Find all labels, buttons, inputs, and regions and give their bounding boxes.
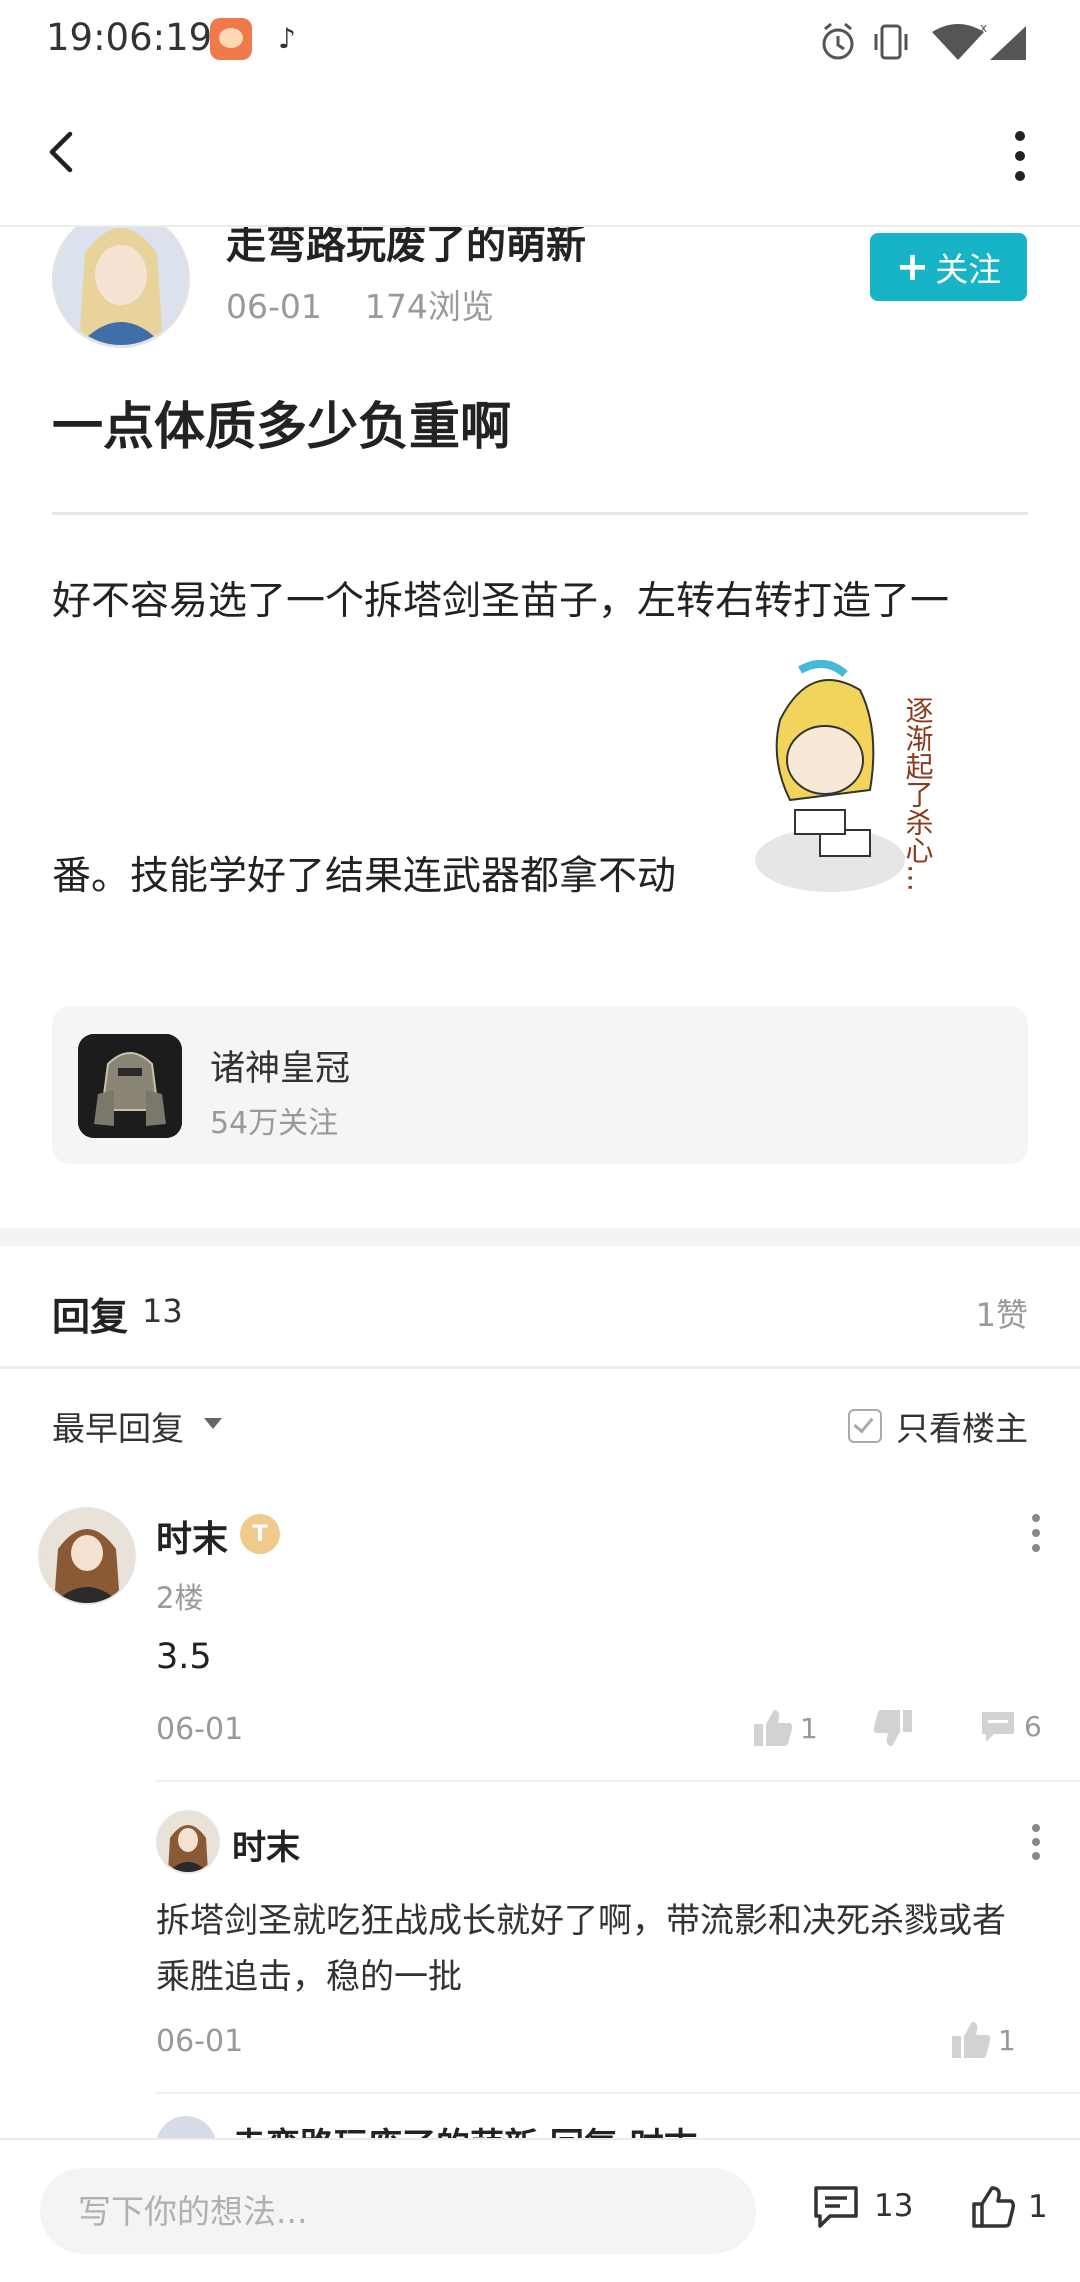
- more-icon: [1015, 131, 1025, 181]
- title-divider: [52, 512, 1028, 515]
- sort-dropdown[interactable]: 最早回复: [52, 1402, 184, 1450]
- sticker-image: 逐渐起了杀心…: [750, 660, 970, 900]
- signal-icon: x: [980, 21, 1026, 60]
- sub-reply-more-button[interactable]: [1030, 1822, 1042, 1862]
- more-icon: [1032, 1824, 1040, 1860]
- status-bar: 19:06:19 ♪ x: [0, 0, 1080, 80]
- comment-more-button[interactable]: [1030, 1512, 1042, 1554]
- thumb-up-icon: [754, 1710, 793, 1746]
- sub-reply-text: 拆塔剑圣就吃狂战成长就好了啊，带流影和决死杀戮或者乘胜追击，稳的一批: [156, 1901, 1006, 1997]
- wifi-icon: [932, 24, 984, 60]
- comment-dislike-button[interactable]: [872, 1708, 914, 1752]
- comment-author[interactable]: 时末: [156, 1510, 228, 1562]
- comment-text: 3.5: [156, 1637, 212, 1677]
- status-time: 19:06:19: [46, 16, 213, 59]
- checkbox-icon[interactable]: [848, 1409, 882, 1443]
- replies-divider: [0, 1366, 1080, 1369]
- follow-label: 关注: [935, 250, 1002, 289]
- nav-bar-overlay: [0, 80, 1080, 227]
- sub-reply-like-count: 1: [998, 2023, 1016, 2057]
- plus-icon: +: [895, 244, 930, 290]
- comment-avatar[interactable]: [38, 1507, 136, 1605]
- thumb-up-icon: [972, 2186, 1015, 2228]
- comments-button[interactable]: 13: [812, 2184, 913, 2228]
- post-date: 06-01: [226, 287, 322, 326]
- sticker-caption: 逐渐起了杀心…: [902, 696, 935, 892]
- vibrate-icon: [874, 24, 908, 60]
- app-notification-icon: [210, 18, 252, 60]
- tiktok-icon: ♪: [278, 22, 296, 55]
- sub-reply-like-button[interactable]: 1: [950, 2020, 1016, 2060]
- follow-button[interactable]: + 关注: [870, 233, 1027, 301]
- author-avatar[interactable]: [52, 210, 190, 348]
- comment-input[interactable]: [40, 2168, 756, 2254]
- likes-count: 1: [1028, 2189, 1048, 2225]
- post-likes-total: 1赞: [975, 1296, 1028, 1334]
- svg-text:x: x: [980, 21, 987, 35]
- comment-reply-count: 6: [1024, 1709, 1042, 1743]
- game-name: 诸神皇冠: [210, 1049, 351, 1089]
- op-only-label: 只看楼主: [896, 1409, 1028, 1448]
- comment-floor: 2楼: [156, 1581, 204, 1615]
- chat-bubble-icon: [982, 1712, 1014, 1742]
- sub-reply-avatar[interactable]: [156, 1810, 220, 1874]
- system-status-icons: x: [820, 20, 1030, 68]
- game-followers: 54万关注: [210, 1106, 339, 1141]
- post-meta: 06-01 174浏览: [226, 280, 494, 328]
- alarm-icon: [822, 22, 854, 60]
- replies-count: 13: [142, 1292, 183, 1330]
- comments-count: 13: [874, 2188, 914, 2224]
- chevron-down-icon[interactable]: [204, 1418, 222, 1429]
- back-button-overlay[interactable]: [40, 128, 88, 176]
- comment-like-button[interactable]: 1: [752, 1708, 818, 1748]
- comment-like-count: 1: [800, 1711, 818, 1745]
- thumb-up-icon: [952, 2022, 991, 2058]
- op-only-toggle[interactable]: 只看楼主: [848, 1402, 1028, 1450]
- post-views: 174浏览: [364, 287, 494, 326]
- post-body-line-2: 番。技能学好了结果连武器都拿不动: [52, 854, 677, 899]
- post-title: 一点体质多少负重啊: [52, 398, 512, 457]
- bottom-bar: 13 1: [0, 2138, 1080, 2282]
- replies-label: 回复: [52, 1295, 129, 1339]
- sub-reply-divider-2: [156, 2092, 1080, 2094]
- like-button[interactable]: 1: [970, 2184, 1048, 2230]
- more-options-button-overlay[interactable]: [1000, 128, 1040, 184]
- post-body-line-1: 好不容易选了一个拆塔剑圣苗子，左转右转打造了一: [52, 579, 950, 624]
- sub-reply-author[interactable]: 时末: [232, 1820, 300, 1869]
- section-gap: [0, 1228, 1080, 1246]
- user-level-badge-icon: T: [240, 1514, 280, 1554]
- chat-icon: [814, 2186, 858, 2228]
- game-icon: [78, 1034, 182, 1138]
- sub-reply-date: 06-01: [156, 2024, 244, 2059]
- more-icon: [1032, 1514, 1040, 1552]
- sub-reply-divider: [156, 1780, 1080, 1782]
- comment-reply-button[interactable]: 6: [978, 1708, 1042, 1744]
- comment-date: 06-01: [156, 1712, 244, 1747]
- game-card[interactable]: 诸神皇冠 54万关注: [52, 1006, 1028, 1164]
- thumb-down-icon: [873, 1710, 912, 1746]
- back-icon: [49, 131, 73, 173]
